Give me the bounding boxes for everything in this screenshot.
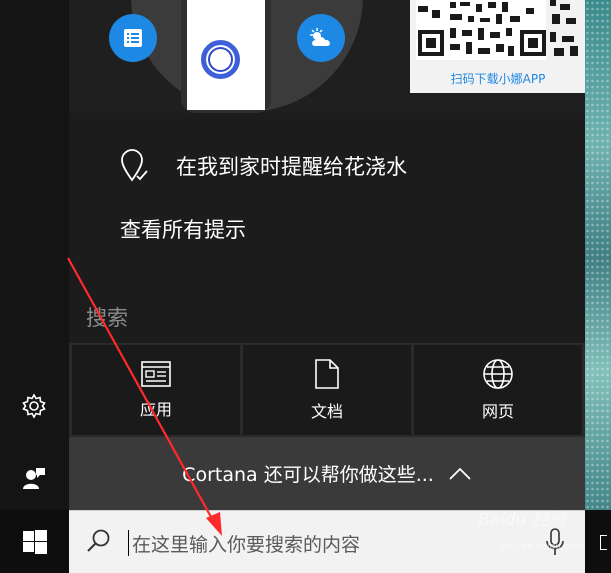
side-rail [0,0,69,510]
qr-caption: 扫码下载小娜APP [450,72,546,86]
search-tile-apps-label: 应用 [139,400,172,419]
search-tile-apps[interactable]: 应用 [72,345,240,435]
feedback-button[interactable] [14,458,54,498]
feedback-icon [23,468,45,489]
location-pin-check-icon [121,149,148,182]
baidu-watermark-url: jingyan.baidu.com [500,542,584,552]
cortana-ring-icon [201,40,240,79]
qr-code-icon [410,0,585,66]
reminder-tip-text: 在我到家时提醒给花浇水 [176,155,407,179]
search-section-heading: 搜索 [86,306,128,330]
reminder-tip[interactable]: 在我到家时提醒给花浇水 [120,148,407,184]
desktop-wallpaper-texture [585,0,611,573]
search-input-placeholder[interactable]: 在这里输入你要搜索的内容 [132,530,360,557]
start-button[interactable] [0,510,69,573]
taskbar-edge-button[interactable] [600,535,607,550]
cortana-hero-banner: 扫码下载小娜APP [69,0,585,113]
text-caret [128,530,129,556]
cortana-more-button[interactable]: Cortana 还可以帮你做这些... [69,437,585,510]
settings-gear-icon [22,393,46,419]
view-all-tips-link[interactable]: 查看所有提示 [120,214,246,244]
search-tile-web-label: 网页 [481,402,514,421]
windows-logo-icon [22,529,47,554]
list-icon [109,14,157,62]
search-tile-documents-label: 文档 [310,402,343,421]
search-icon [87,529,110,552]
search-tile-web[interactable]: 网页 [414,345,582,435]
settings-button[interactable] [14,388,54,424]
document-icon [315,359,339,389]
apps-window-icon [141,361,171,387]
cortana-more-label: Cortana 还可以帮你做这些... [182,464,434,486]
weather-icon [297,14,345,62]
search-tile-documents[interactable]: 文档 [243,345,411,435]
globe-icon [483,359,513,389]
chevron-up-icon [449,467,471,480]
baidu-watermark: Baidu 经验 [478,510,566,530]
